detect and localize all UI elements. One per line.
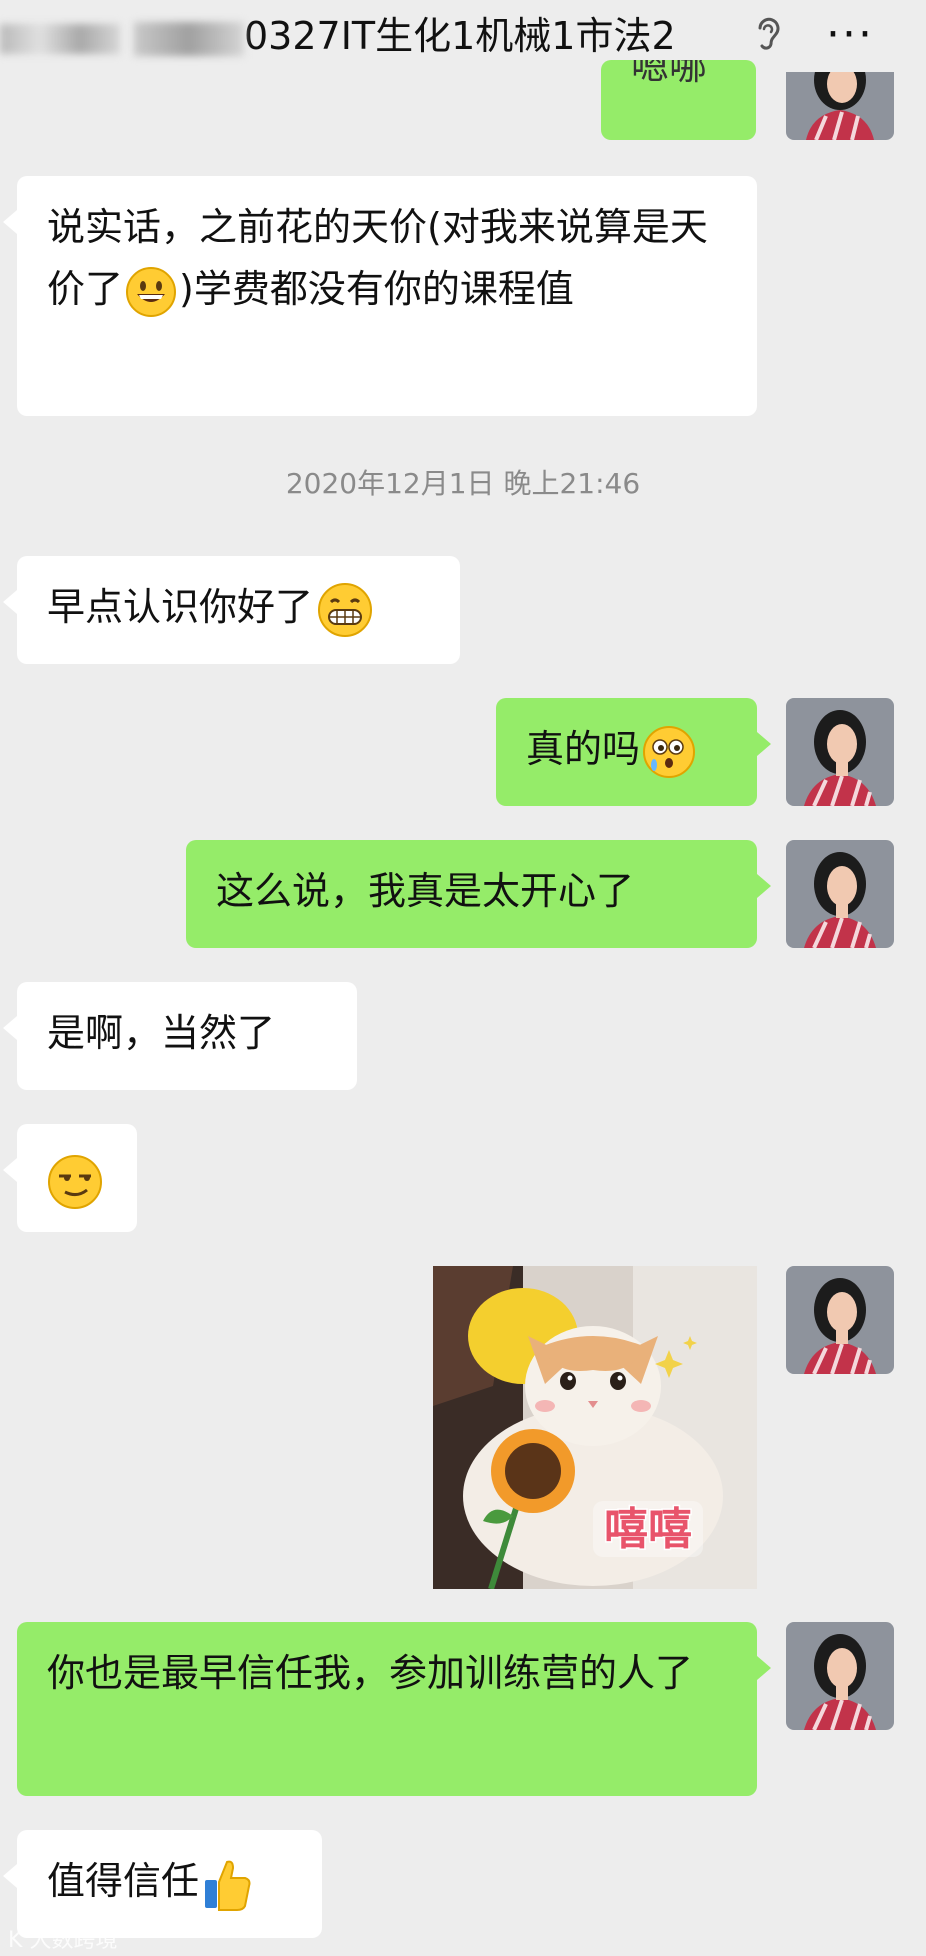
- thumbs-up-icon: [205, 1860, 251, 1911]
- avatar[interactable]: [786, 1266, 894, 1374]
- message-bubble-outgoing[interactable]: 真的吗: [496, 698, 771, 806]
- message-bubble-outgoing[interactable]: 你也是最早信任我，参加训练营的人了: [17, 1622, 771, 1796]
- cat-sticker-image[interactable]: 嘻嘻: [433, 1266, 757, 1589]
- message-text: 你也是最早信任我，参加训练营的人了: [47, 1651, 694, 1695]
- message-bubble-outgoing[interactable]: 这么说，我真是太开心了: [186, 840, 771, 948]
- chat-title-text: 0327IT生化1机械1市法2: [244, 14, 676, 58]
- avatar[interactable]: [786, 1622, 894, 1730]
- message-bubble-incoming[interactable]: 说实话，之前花的天价(对我来说算是天价了)学费都没有你的课程值: [3, 176, 757, 416]
- chat-title: 0327IT生化1机械1市法2: [0, 6, 676, 66]
- message-bubble-incoming[interactable]: 早点认识你好了: [3, 556, 460, 664]
- watermark-text: 大数跨境: [29, 1928, 118, 1953]
- grinning-face-icon: [126, 266, 177, 317]
- chat-header: 0327IT生化1机械1市法2 ···: [0, 0, 926, 74]
- watermark: K 大数跨境: [8, 1922, 117, 1954]
- message-text-tail: )学费都没有你的课程值: [179, 267, 574, 311]
- message-text: 这么说，我真是太开心了: [216, 869, 635, 913]
- ear-icon[interactable]: [752, 14, 782, 54]
- grinning-teeth-icon: [318, 582, 373, 637]
- watermark-logo-icon: K: [8, 1928, 23, 1953]
- avatar[interactable]: [786, 72, 894, 140]
- smirk-face-icon: [48, 1154, 102, 1209]
- flushed-face-icon: [643, 725, 696, 778]
- blurred-name: [0, 23, 120, 54]
- timestamp: 2020年12月1日 晚上21:46: [285, 467, 641, 500]
- avatar[interactable]: [786, 840, 894, 948]
- message-bubble-outgoing[interactable]: 嗯哪: [601, 60, 756, 140]
- blurred-name-2: [134, 21, 244, 56]
- message-text: 是啊，当然了: [47, 1011, 276, 1055]
- message-bubble-incoming[interactable]: [3, 1124, 137, 1232]
- message-text: 真的吗: [526, 727, 641, 771]
- sticker-caption: 嘻嘻: [604, 1504, 692, 1555]
- message-text: 值得信任: [47, 1859, 200, 1903]
- message-bubble-incoming[interactable]: 是啊，当然了: [3, 982, 357, 1090]
- avatar[interactable]: [786, 698, 894, 806]
- message-text: 早点认识你好了: [47, 585, 314, 629]
- message-text: 嗯哪: [631, 60, 708, 88]
- more-icon[interactable]: ···: [826, 10, 874, 60]
